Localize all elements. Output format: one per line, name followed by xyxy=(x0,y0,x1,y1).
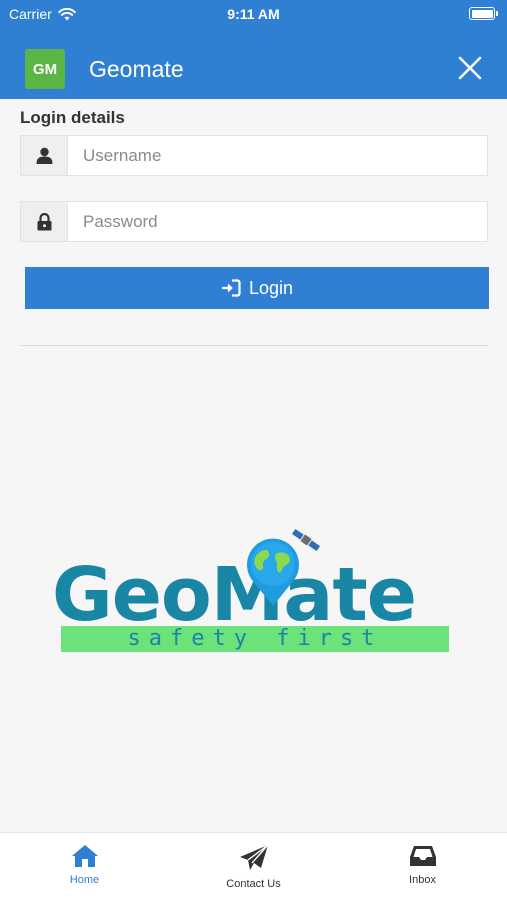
username-group xyxy=(20,135,488,176)
tab-inbox-label: Inbox xyxy=(409,874,436,886)
tab-home-label: Home xyxy=(69,874,100,886)
tab-bar: Home Contact Us Inbox xyxy=(0,832,507,900)
inbox-icon xyxy=(409,846,436,866)
satellite-icon xyxy=(291,528,321,552)
user-icon xyxy=(36,147,52,164)
login-button[interactable]: Login xyxy=(25,267,489,309)
divider xyxy=(20,345,488,346)
lock-icon xyxy=(37,212,51,230)
app-logo: GM xyxy=(25,49,65,89)
tab-contact-us[interactable]: Contact Us xyxy=(169,833,338,900)
close-icon[interactable] xyxy=(457,55,483,81)
password-group xyxy=(20,201,488,242)
brand-tagline: safety first xyxy=(61,626,449,652)
password-addon xyxy=(21,202,68,241)
app-title: Geomate xyxy=(89,56,184,82)
home-icon xyxy=(71,845,98,867)
login-button-label: Login xyxy=(248,277,294,298)
password-input[interactable] xyxy=(68,202,487,241)
brand-logo: GeoMate safety first xyxy=(50,520,460,660)
username-addon xyxy=(21,136,68,175)
clock: 9:11 AM xyxy=(227,6,280,22)
username-input[interactable] xyxy=(68,136,487,175)
brand-wordmark: GeoMate xyxy=(52,552,417,638)
login-screen: Carrier 9:11 AM GM Geomate Login details xyxy=(0,0,507,900)
header: Carrier 9:11 AM GM Geomate xyxy=(0,0,507,99)
status-bar: Carrier 9:11 AM xyxy=(0,0,507,28)
tab-contact-us-label: Contact Us xyxy=(226,878,281,890)
tab-inbox[interactable]: Inbox xyxy=(338,833,507,900)
login-section-title: Login details xyxy=(20,108,125,127)
sign-in-icon xyxy=(221,279,241,297)
paper-plane-icon xyxy=(239,844,269,870)
app-logo-text: GM xyxy=(32,60,58,78)
app-bar: GM Geomate xyxy=(0,28,507,99)
battery-icon xyxy=(469,7,498,20)
tab-home[interactable]: Home xyxy=(0,833,169,900)
